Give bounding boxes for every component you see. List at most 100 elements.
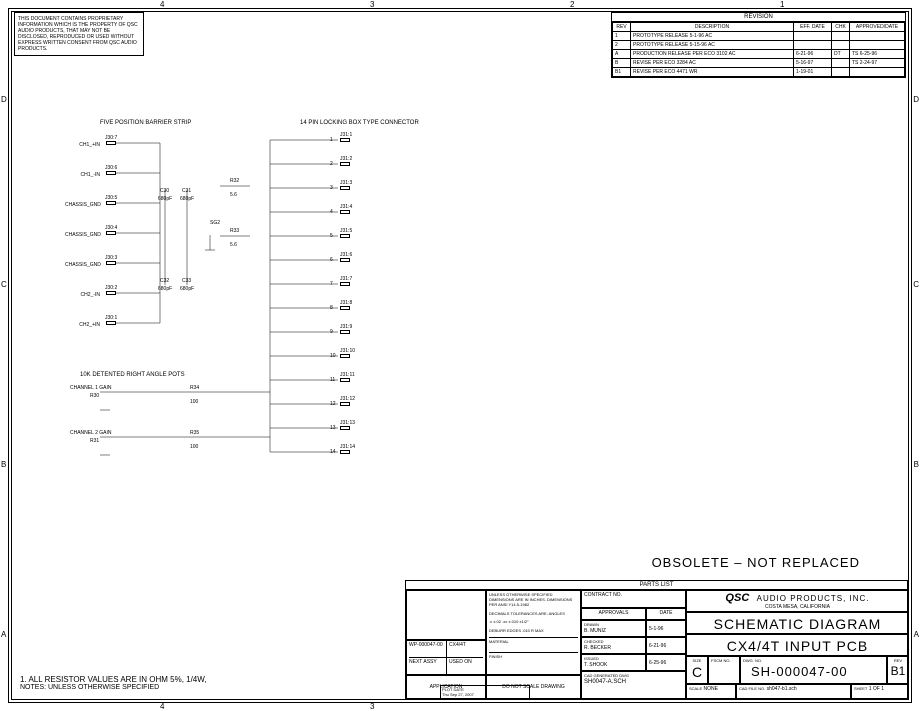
j31-pin-num: 7 [330, 281, 333, 287]
c33-val: 680pF [180, 286, 194, 292]
zone-left-b: B [1, 460, 6, 469]
schematic-area: FIVE POSITION BARRIER STRIP 14 PIN LOCKI… [70, 120, 470, 500]
j31-pin-num: 1 [330, 137, 333, 143]
r34-ref: R34 [190, 385, 199, 391]
j30-sig: CH2_+IN [65, 322, 100, 328]
notes-block: 1. ALL RESISTOR VALUES ARE IN OHM 5%, 1/… [20, 675, 207, 691]
c33-ref: C33 [182, 278, 191, 284]
j30-sig: CHASSIS_GND [65, 262, 100, 268]
zone-bot-3: 3 [370, 702, 374, 711]
j31-pin-box [340, 354, 350, 358]
j31-pin-box [340, 162, 350, 166]
j30-pin-box [106, 291, 116, 295]
r31-ref: R31 [90, 438, 99, 444]
tb-title2: CX4/4T INPUT PCB [686, 634, 909, 656]
j31-pin-box [340, 186, 350, 190]
j31-pin-num: 8 [330, 305, 333, 311]
j30-sig: CHASSIS_GND [65, 202, 100, 208]
j31-pin-num: 12 [330, 401, 336, 407]
j30-pin-box [106, 141, 116, 145]
r32-ref: R32 [230, 178, 239, 184]
c30-val: 680pF [158, 196, 172, 202]
zone-top-2: 2 [570, 0, 574, 9]
j31-pin-num: 14 [330, 449, 336, 455]
j31-pin-num: 6 [330, 257, 333, 263]
j31-pin-box [340, 234, 350, 238]
zone-right-a: A [914, 630, 919, 639]
j31-pin-num: 4 [330, 209, 333, 215]
j30-pin-box [106, 201, 116, 205]
tb-dwg: DWG. NO.SH-000047-00 [740, 656, 887, 684]
revision-block: REVISION REV DESCRIPTION EFF. DATE CHK A… [611, 12, 906, 78]
j31-pin-box [340, 282, 350, 286]
tb-usedon: CX4/4T USED ON [446, 640, 486, 675]
zone-top-1: 1 [780, 0, 784, 9]
tb-appr-hdr: APPROVALS [581, 608, 646, 620]
c32-val: 680pF [158, 286, 172, 292]
j30-sig: CH1_+IN [65, 142, 100, 148]
tb-rev: REVB1 [887, 656, 909, 684]
j31-pin-num: 9 [330, 329, 333, 335]
j31-pin-box [340, 138, 350, 142]
tb-company: QSC AUDIO PRODUCTS, INC. COSTA MESA, CAL… [686, 590, 909, 612]
j31-pin-box [340, 330, 350, 334]
r33-val: 5.6 [230, 242, 237, 248]
r30-ref: R30 [90, 393, 99, 399]
tb-checked-date: 6-21-96 [646, 637, 686, 654]
j31-pin-box [340, 378, 350, 382]
revision-table: REV DESCRIPTION EFF. DATE CHK APPROVED/D… [612, 22, 905, 77]
r32-val: 5.6 [230, 192, 237, 198]
j31-pin-num: 2 [330, 161, 333, 167]
tb-title1: SCHEMATIC DIAGRAM [686, 612, 909, 634]
j31-pin-box [340, 258, 350, 262]
c31-ref: C31 [182, 188, 191, 194]
sg2-ref: SG2 [210, 220, 220, 226]
title-block: WP-000047-00 NEXT ASSY CX4/4T USED ON AP… [405, 589, 908, 699]
r35-val: 100 [190, 444, 198, 450]
ch1-gain-label: CHANNEL 1 GAIN [70, 385, 112, 391]
j31-pin-num: 10 [330, 353, 336, 359]
tb-issued-date: 6-25-96 [646, 654, 686, 671]
j31-pin-box [340, 426, 350, 430]
j30-sig: CHASSIS_GND [65, 232, 100, 238]
parts-list-header: PARTS LIST [405, 580, 908, 589]
schematic-wires [70, 120, 470, 500]
tb-scale: SCALE NONE [686, 684, 736, 700]
j31-pin-box [340, 210, 350, 214]
c30-ref: C30 [160, 188, 169, 194]
zone-bot-4: 4 [160, 702, 164, 711]
zone-left-a: A [1, 630, 6, 639]
j30-pin-box [106, 231, 116, 235]
j31-pin-box [340, 450, 350, 454]
pots-label: 10K DETENTED RIGHT ANGLE POTS [80, 372, 185, 378]
proprietary-notice: THIS DOCUMENT CONTAINS PROPRIETARY INFOR… [14, 12, 144, 56]
j30-pin-box [106, 261, 116, 265]
j30-sig: CH1_-IN [65, 172, 100, 178]
tb-date-hdr: DATE [646, 608, 686, 620]
obsolete-stamp: OBSOLETE – NOT REPLACED [652, 555, 860, 570]
tb-drawn-date: 5-1-96 [646, 620, 686, 637]
j31-pin-box [340, 306, 350, 310]
j31-pin-num: 11 [330, 377, 335, 383]
c31-val: 680pF [180, 196, 194, 202]
j31-pin-num: 5 [330, 233, 333, 239]
tb-issued: ISSUEDT. SHOOK [581, 654, 646, 671]
zone-left-c: C [1, 280, 7, 289]
j30-pin-box [106, 171, 116, 175]
tb-contract: CONTRACT NO. [581, 590, 686, 608]
tb-checked: CHECKEDR. BECKER [581, 637, 646, 654]
j30-sig: CH2_-IN [65, 292, 100, 298]
zone-top-4: 4 [160, 0, 164, 9]
zone-top-3: 3 [370, 0, 374, 9]
tb-sheet: SHEET 1 OF 1 [851, 684, 909, 700]
j30-pin-box [106, 321, 116, 325]
tb-blank [406, 590, 486, 640]
tb-fscm: FSCM NO. [708, 656, 740, 684]
j31-pin-num: 13 [330, 425, 336, 431]
c32-ref: C32 [160, 278, 169, 284]
note-1: 1. ALL RESISTOR VALUES ARE IN OHM 5%, 1/… [20, 675, 207, 684]
plot-date: PLOT DATEThu Sep 27, 2007 [440, 685, 530, 699]
tb-size: SIZEC [686, 656, 708, 684]
revision-title: REVISION [612, 13, 905, 22]
ch2-gain-label: CHANNEL 2 GAIN [70, 430, 112, 436]
